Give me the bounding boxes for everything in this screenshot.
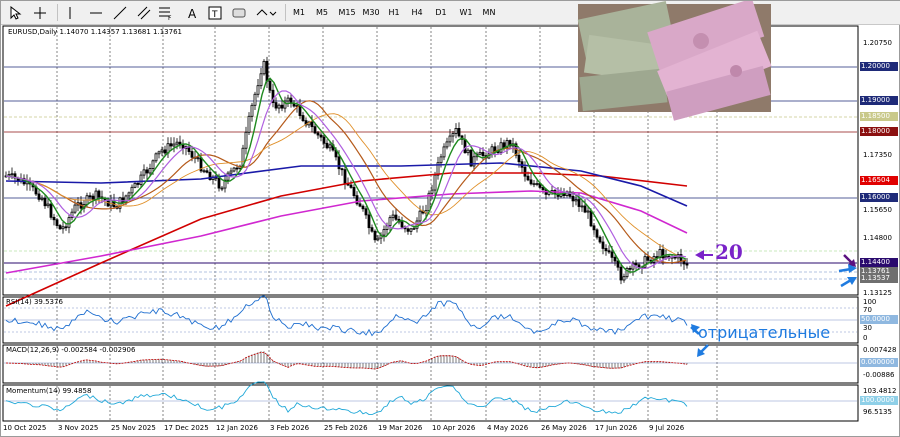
- date-label: 19 Mar 2026: [378, 424, 423, 432]
- date-label: 3 Nov 2025: [58, 424, 99, 432]
- price-tag-level: 1.18500: [860, 112, 898, 121]
- money-picture: [577, 1, 772, 121]
- date-label: 26 May 2026: [541, 424, 587, 432]
- price-tag-level: 1.18000: [860, 127, 898, 136]
- date-label: 9 Jul 2026: [649, 424, 685, 432]
- price-axis-label: 1.14800: [863, 234, 892, 242]
- price-tag-level: 1.14400: [860, 258, 898, 267]
- rsi-tag: 50.0000: [860, 315, 898, 324]
- price-axis-label: 1.15650: [863, 206, 892, 214]
- momentum-tag: 100.0000: [860, 396, 898, 405]
- price-axis-label: 1.17350: [863, 151, 892, 159]
- rsi-axis-label: 0: [863, 334, 868, 342]
- macd-axis-label: 0.007428: [863, 346, 897, 354]
- momentum-title: Momentum(14) 99.4858: [6, 387, 92, 395]
- date-label: 10 Apr 2026: [432, 424, 476, 432]
- chart-canvas[interactable]: [1, 1, 900, 437]
- macd-tag: 0.000000: [860, 358, 898, 367]
- rsi-title: RSI(14) 39.5376: [6, 298, 63, 306]
- price-axis-label: 1.13125: [863, 289, 892, 297]
- date-label: 4 May 2026: [487, 424, 529, 432]
- rsi-axis-label: 30: [863, 324, 872, 332]
- macd-axis-label: -0.00886: [863, 371, 895, 379]
- rsi-axis-label: 70: [863, 306, 872, 314]
- date-label: 3 Feb 2026: [270, 424, 310, 432]
- date-label: 17 Dec 2025: [164, 424, 209, 432]
- price-tag-bid: 1.13537: [860, 274, 898, 283]
- symbol-title: EURUSD,Daily 1.14070 1.14357 1.13681 1.1…: [8, 28, 182, 36]
- date-label: 12 Jan 2026: [216, 424, 258, 432]
- price-tag-ma: 1.16504: [860, 176, 898, 185]
- date-label: 25 Nov 2025: [111, 424, 156, 432]
- price-tag-level: 1.20000: [860, 62, 898, 71]
- price-tag-level: 1.19000: [860, 96, 898, 105]
- price-axis-label: 1.20750: [863, 39, 892, 47]
- date-label: 25 Feb 2026: [324, 424, 368, 432]
- date-label: 17 Jun 2026: [595, 424, 638, 432]
- annotation-text: отрицательные: [698, 323, 831, 342]
- momentum-axis-label: 103.4812: [863, 387, 897, 395]
- macd-title: MACD(12,26,9) -0.002584 -0.002906: [6, 346, 136, 354]
- price-tag-level: 1.16000: [860, 193, 898, 202]
- momentum-axis-label: 96.5135: [863, 408, 892, 416]
- annotation-arrow-20: [695, 250, 713, 260]
- annotation-number: 20: [715, 240, 743, 264]
- terminal-window: F A T M1 M5 M15 M30 H1 H4 D1 W1 MN EURUS…: [0, 0, 900, 437]
- date-label: 10 Oct 2025: [3, 424, 47, 432]
